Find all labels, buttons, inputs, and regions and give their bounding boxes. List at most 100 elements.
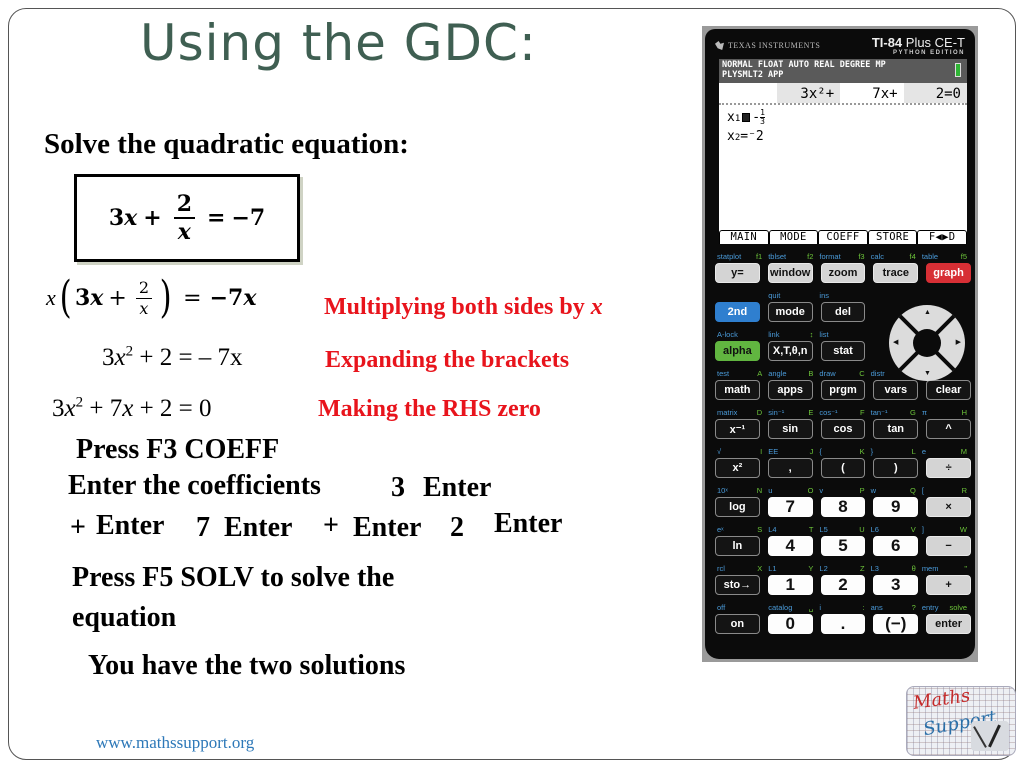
coeff-7: 7 [196,512,210,543]
key-sym64[interactable]: × [926,497,971,517]
calculator-body: Texas Instruments TI-84 Plus CE-T PYTHON… [705,29,975,659]
key-label-cell: format f3 [817,252,868,261]
key-row: x⁻¹ sin cos tan ^ [715,419,971,439]
key-sym74[interactable]: − [926,536,971,556]
coeff-c: 2=0 [903,83,967,103]
key-1[interactable]: 1 [767,575,813,595]
key-sym92[interactable]: . [820,614,866,634]
key-alpha[interactable]: alpha [715,341,760,361]
second-function-label: quit [768,290,781,300]
key-xtn[interactable]: X,T,θ,n [767,341,813,361]
key-sym53[interactable]: ) [873,458,919,478]
alpha-function-label: f5 [960,251,968,261]
key-stat[interactable]: stat [820,341,866,361]
eq-equals: = [207,205,226,231]
lead-var: x [46,285,56,310]
key-sto[interactable]: sto→ [715,575,760,595]
second-function-label: statplot [717,251,742,261]
key-label-cell: L2 Z [817,564,868,573]
coeff-3: 3 [391,472,405,503]
key-on[interactable]: on [715,614,760,634]
exponent: 2 [125,343,134,360]
key-label-cell: vP [817,486,868,495]
coeff-2: 2 [450,512,464,543]
key-0[interactable]: 0 [767,614,813,634]
logo-line1: Maths [911,686,972,714]
key-3[interactable]: 3 [873,575,919,595]
dpad[interactable]: ▲ ▼ ◀ ▶ [889,305,965,381]
key-clear[interactable]: clear [926,380,971,400]
arrow-right-icon[interactable]: ▶ [956,339,961,346]
footer-link[interactable]: www.mathssupport.org [96,733,254,753]
dpad-center [913,329,941,357]
alpha-function-label: f3 [858,251,865,261]
key-vars[interactable]: vars [873,380,919,400]
key-x[interactable]: x² [715,458,760,478]
second-function-label: 10ˣ [717,485,728,495]
key-row: log 7 8 9 × [715,497,971,517]
key-enter[interactable]: enter [926,614,971,634]
key-8[interactable]: 8 [820,497,866,517]
menu-coeff[interactable]: COEFF [818,230,868,244]
model: TI-84 Plus CE-T PYTHON EDITION [872,35,965,56]
two-solutions: You have the two solutions [88,650,406,681]
frac-den: x [177,219,191,245]
key-sin[interactable]: sin [767,419,813,439]
frac-num: 2 [135,279,152,299]
key-row: on 0. (−) enter [715,614,971,634]
menu-main[interactable]: MAIN [719,230,769,244]
second-function-label: catalog [768,602,793,612]
alpha-function-label: G [909,407,916,417]
key-cos[interactable]: cos [820,419,866,439]
key-window[interactable]: window [767,263,813,283]
key-2nd[interactable]: 2nd [715,302,760,322]
key-sym44[interactable]: ^ [926,419,971,439]
key-y[interactable]: y= [715,263,760,283]
menu-frac-dec[interactable]: F◀▶D [917,230,967,244]
key-sym93[interactable]: (−) [873,614,919,634]
key-ln[interactable]: ln [715,536,760,556]
key-mode[interactable]: mode [767,302,813,322]
key-sym84[interactable]: + [926,575,971,595]
key-sym54[interactable]: ÷ [926,458,971,478]
key-6[interactable]: 6 [873,536,919,556]
key-del[interactable]: del [820,302,866,322]
key-apps[interactable]: apps [767,380,813,400]
step1-var: x [90,285,104,311]
menu-store[interactable]: STORE [867,230,918,244]
key-label-cell: draw C [817,369,868,378]
key-tan[interactable]: tan [873,419,919,439]
var: x [64,395,76,422]
key-5[interactable]: 5 [820,536,866,556]
key-prgm[interactable]: prgm [820,380,866,400]
key-math[interactable]: math [715,380,760,400]
press-f5: Press F5 SOLV to solve the [72,562,395,593]
alpha-function-label: θ [911,563,916,573]
key-label-cell: 10ˣ N [715,486,766,495]
arrow-left-icon[interactable]: ◀ [893,339,898,346]
second-function-label: v [819,485,824,495]
key-4[interactable]: 4 [767,536,813,556]
second-function-label: angle [768,368,787,378]
key-graph[interactable]: graph [926,263,971,283]
second-function-label: ans [870,602,883,612]
key-x[interactable]: x⁻¹ [715,419,760,439]
key-sym52[interactable]: ( [820,458,866,478]
arrow-down-icon[interactable]: ▼ [924,370,931,377]
boxed-equation: 3x + 2 x = −7 [74,174,300,262]
alpha-function-label: Y [808,563,814,573]
menu-mode[interactable]: MODE [768,230,819,244]
key-log[interactable]: log [715,497,760,517]
model-suffix: Plus CE-T [902,35,965,50]
key-trace[interactable]: trace [873,263,919,283]
arrow-up-icon[interactable]: ▲ [924,309,931,316]
key-zoom[interactable]: zoom [820,263,866,283]
second-function-label: list [819,329,829,339]
key-2[interactable]: 2 [820,575,866,595]
second-function-label: ins [819,290,829,300]
key-9[interactable]: 9 [873,497,919,517]
key-label-cell: {K [817,447,868,456]
key-7[interactable]: 7 [767,497,813,517]
key-sym51[interactable]: , [767,458,813,478]
brand-row: Texas Instruments TI-84 Plus CE-T PYTHON… [715,35,965,59]
